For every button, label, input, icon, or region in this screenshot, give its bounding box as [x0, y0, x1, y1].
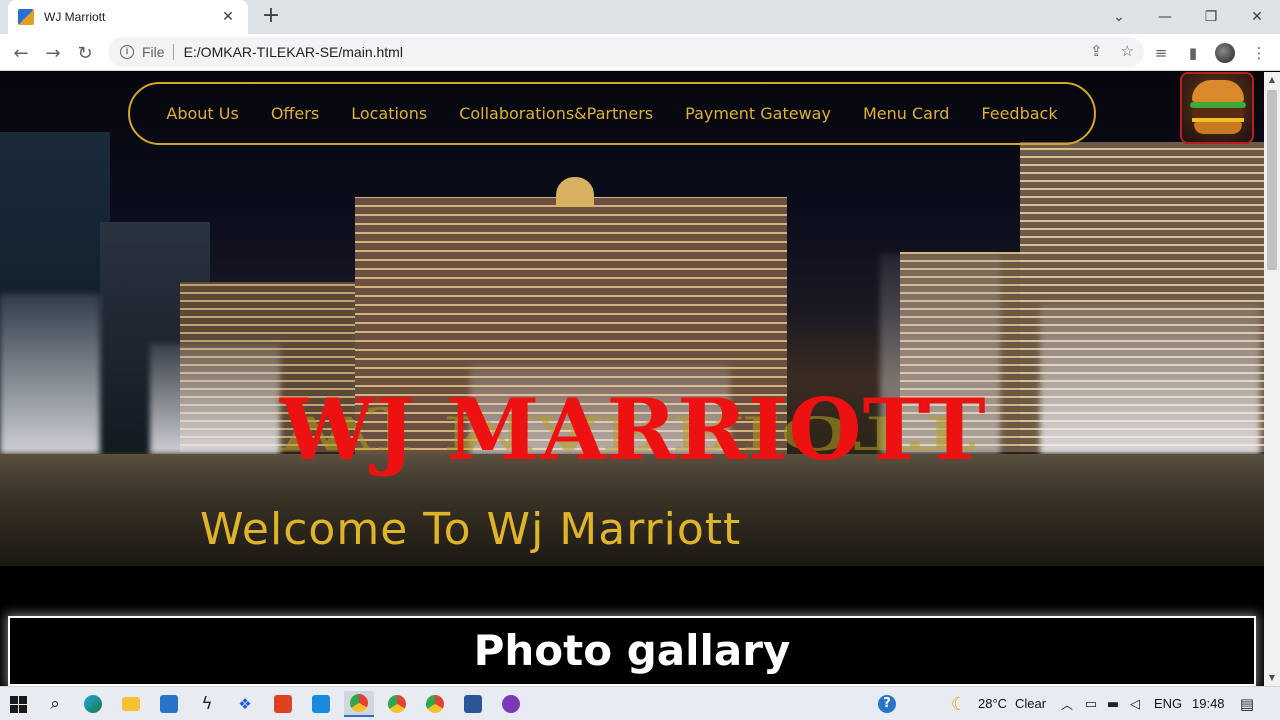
close-tab-icon[interactable]: ✕ [218, 9, 238, 25]
burger-logo[interactable] [1180, 72, 1254, 144]
hero-welcome-text: Welcome To Wj Marriott [200, 504, 742, 555]
nav-link-locations[interactable]: Locations [351, 104, 427, 123]
chrome-icon[interactable] [420, 691, 450, 717]
burger-bun-bottom [1194, 122, 1242, 134]
vscode-icon[interactable] [306, 691, 336, 717]
side-panel-icon[interactable]: ▮ [1180, 40, 1206, 66]
media-queue-icon[interactable]: ≡ [1148, 40, 1174, 66]
close-window-button[interactable]: ✕ [1234, 0, 1280, 34]
nav-link-offers[interactable]: Offers [271, 104, 319, 123]
moon-weather-icon[interactable]: ☾ [944, 691, 974, 717]
weather-temperature[interactable]: 28°C [978, 696, 1007, 711]
page-scrollbar[interactable]: ▲ ▼ [1264, 72, 1280, 686]
scroll-up-arrow-icon[interactable]: ▲ [1264, 72, 1280, 88]
windows-start-icon[interactable] [3, 691, 33, 717]
nav-link-feedback[interactable]: Feedback [981, 104, 1057, 123]
mail-icon[interactable] [154, 691, 184, 717]
info-icon[interactable]: i [120, 45, 134, 59]
clock-time[interactable]: 19:48 [1192, 696, 1225, 711]
reload-button[interactable]: ↻ [72, 40, 98, 66]
hero-title: WJ MARRIOTT [280, 380, 987, 479]
nav-link-menu-card[interactable]: Menu Card [863, 104, 949, 123]
photo-gallery-section: Photo gallary [8, 616, 1256, 686]
tab-strip: WJ Marriott ✕ + ⌄ — ❐ ✕ [0, 0, 1280, 34]
main-nav: About Us Offers Locations Collaborations… [128, 82, 1096, 145]
lightning-app-icon[interactable]: ϟ [192, 691, 222, 717]
address-bar[interactable]: i File E:/OMKAR-TILEKAR-SE/main.html ⇪ ☆ [108, 37, 1144, 67]
nav-link-collaborations[interactable]: Collaborations&Partners [459, 104, 653, 123]
language-indicator[interactable]: ENG [1154, 696, 1182, 711]
volume-icon[interactable]: ◁ [1120, 691, 1150, 717]
tab-title: WJ Marriott [44, 10, 106, 24]
search-icon[interactable]: ⌕ [40, 691, 70, 717]
bellagio-dome [556, 177, 594, 207]
fountain-spray [150, 344, 280, 454]
profile-avatar[interactable] [1212, 40, 1238, 66]
nav-link-about-us[interactable]: About Us [166, 104, 238, 123]
hero-banner: About Us Offers Locations Collaborations… [0, 72, 1264, 566]
nav-link-payment-gateway[interactable]: Payment Gateway [685, 104, 831, 123]
browser-tab[interactable]: WJ Marriott ✕ [8, 0, 248, 34]
word-icon[interactable] [458, 691, 488, 717]
omnibox-divider [172, 44, 174, 60]
help-icon[interactable]: ? [872, 691, 902, 717]
gallery-heading: Photo gallary [473, 626, 791, 675]
back-button[interactable]: ← [8, 40, 34, 66]
favicon-icon [18, 9, 34, 25]
windows-taskbar: ⌕ ϟ ❖ ? ☾ 28°C Clear ︿ ▭ ▬ ◁ ENG 19:48 ▤ [0, 686, 1280, 720]
dropbox-icon[interactable]: ❖ [230, 691, 260, 717]
omnibox-scheme: File [142, 44, 165, 60]
omnibox-url[interactable]: E:/OMKAR-TILEKAR-SE/main.html [184, 44, 403, 60]
minimize-button[interactable]: — [1142, 0, 1188, 34]
chrome-icon[interactable] [382, 691, 412, 717]
forward-button[interactable]: → [40, 40, 66, 66]
share-icon[interactable]: ⇪ [1090, 42, 1103, 60]
restore-button[interactable]: ❐ [1188, 0, 1234, 34]
burger-patty [1192, 108, 1244, 118]
file-explorer-icon[interactable] [116, 691, 146, 717]
new-tab-button[interactable]: + [258, 4, 284, 30]
chrome-icon[interactable] [344, 691, 374, 717]
fountain-spray [0, 294, 100, 454]
github-desktop-icon[interactable] [496, 691, 526, 717]
office-icon[interactable] [268, 691, 298, 717]
bookmark-star-icon[interactable]: ☆ [1121, 42, 1134, 60]
scroll-down-arrow-icon[interactable]: ▼ [1264, 670, 1280, 686]
notifications-icon[interactable]: ▤ [1232, 691, 1262, 717]
menu-kebab-icon[interactable]: ⋮ [1246, 40, 1272, 66]
weather-description[interactable]: Clear [1015, 696, 1046, 711]
edge-icon[interactable] [78, 691, 108, 717]
browser-toolbar: ← → ↻ i File E:/OMKAR-TILEKAR-SE/main.ht… [0, 34, 1280, 71]
fountain-spray [1040, 304, 1260, 454]
page-viewport: About Us Offers Locations Collaborations… [0, 72, 1264, 686]
scroll-thumb[interactable] [1267, 90, 1277, 270]
burger-bun-top [1192, 80, 1244, 102]
tab-search-icon[interactable]: ⌄ [1096, 0, 1142, 34]
